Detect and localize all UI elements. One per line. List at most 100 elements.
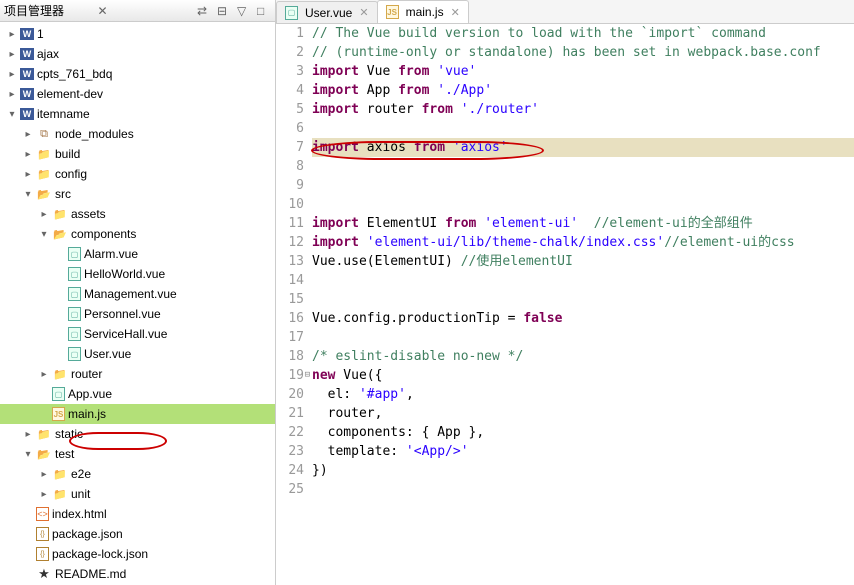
- tree-item[interactable]: ▾Witemname: [0, 104, 275, 124]
- tree-item[interactable]: {}package.json: [0, 524, 275, 544]
- code-line[interactable]: import App from './App': [312, 81, 854, 100]
- code-editor[interactable]: 1234567891011121314151617181920212223242…: [276, 24, 854, 585]
- expand-arrow-icon[interactable]: ▾: [4, 109, 20, 120]
- panel-title: 项目管理器: [4, 2, 93, 19]
- code-line[interactable]: [312, 157, 854, 176]
- tree-item[interactable]: ▢Alarm.vue: [0, 244, 275, 264]
- tree-item[interactable]: ▸W1: [0, 24, 275, 44]
- html-file-icon: <>: [36, 507, 49, 521]
- expand-arrow-icon[interactable]: ▸: [4, 49, 20, 60]
- tree-item[interactable]: ▸📁e2e: [0, 464, 275, 484]
- code-line[interactable]: Vue.config.productionTip = false: [312, 309, 854, 328]
- tree-item[interactable]: ▸Welement-dev: [0, 84, 275, 104]
- tree-item[interactable]: ▾📂test: [0, 444, 275, 464]
- project-icon: W: [20, 48, 34, 60]
- code-line[interactable]: [312, 271, 854, 290]
- code-line[interactable]: import 'element-ui/lib/theme-chalk/index…: [312, 233, 854, 252]
- line-number: 15: [276, 290, 304, 309]
- code-line[interactable]: // The Vue build version to load with th…: [312, 24, 854, 43]
- tree-item[interactable]: JSmain.js: [0, 404, 275, 424]
- tree-item-label: src: [55, 187, 71, 201]
- code-line[interactable]: new Vue({: [312, 366, 854, 385]
- expand-arrow-icon[interactable]: ▸: [4, 29, 20, 40]
- code-line[interactable]: [312, 290, 854, 309]
- expand-arrow-icon[interactable]: ▸: [36, 489, 52, 500]
- expand-arrow-icon[interactable]: ▸: [20, 429, 36, 440]
- code-line[interactable]: [312, 195, 854, 214]
- vue-file-icon: ▢: [68, 247, 81, 261]
- tree-item[interactable]: ▸📁build: [0, 144, 275, 164]
- link-editor-icon[interactable]: ⇄: [197, 4, 211, 18]
- code-line[interactable]: [312, 328, 854, 347]
- tree-item[interactable]: ★README.md: [0, 564, 275, 584]
- minimize-icon[interactable]: □: [257, 4, 271, 18]
- expand-arrow-icon[interactable]: ▾: [20, 189, 36, 200]
- close-icon[interactable]: ✕: [451, 6, 460, 19]
- code-line[interactable]: import router from './router': [312, 100, 854, 119]
- tree-item[interactable]: ▢Management.vue: [0, 284, 275, 304]
- expand-arrow-icon[interactable]: ▸: [20, 129, 36, 140]
- expand-arrow-icon[interactable]: ▸: [4, 69, 20, 80]
- editor-tab[interactable]: ▢User.vue✕: [276, 1, 378, 23]
- code-line[interactable]: import ElementUI from 'element-ui' //ele…: [312, 214, 854, 233]
- code-line[interactable]: /* eslint-disable no-new */: [312, 347, 854, 366]
- vue-file-icon: ▢: [68, 347, 81, 361]
- code-line[interactable]: components: { App },: [312, 423, 854, 442]
- line-gutter: 1234567891011121314151617181920212223242…: [276, 24, 312, 585]
- code-line[interactable]: [312, 176, 854, 195]
- tree-item[interactable]: ▢Personnel.vue: [0, 304, 275, 324]
- editor-tab[interactable]: JSmain.js✕: [377, 0, 469, 23]
- tree-item[interactable]: ▸📁assets: [0, 204, 275, 224]
- expand-arrow-icon[interactable]: ▸: [4, 89, 20, 100]
- tree-item[interactable]: ▢HelloWorld.vue: [0, 264, 275, 284]
- code-line[interactable]: [312, 119, 854, 138]
- close-icon[interactable]: ✕: [359, 6, 368, 19]
- line-number: 8: [276, 157, 304, 176]
- collapse-all-icon[interactable]: ⊟: [217, 4, 231, 18]
- line-number: 24: [276, 461, 304, 480]
- tree-item[interactable]: ▾📂src: [0, 184, 275, 204]
- tree-item[interactable]: ▢App.vue: [0, 384, 275, 404]
- code-line[interactable]: router,: [312, 404, 854, 423]
- file-tree[interactable]: ▸W1▸Wajax▸Wcpts_761_bdq▸Welement-dev▾Wit…: [0, 22, 275, 585]
- code-line[interactable]: import Vue from 'vue': [312, 62, 854, 81]
- tree-item[interactable]: ▸📁config: [0, 164, 275, 184]
- code-line[interactable]: // (runtime-only or standalone) has been…: [312, 43, 854, 62]
- tree-item[interactable]: ▸📁unit: [0, 484, 275, 504]
- expand-arrow-icon[interactable]: ▾: [20, 449, 36, 460]
- expand-arrow-icon[interactable]: ▸: [36, 369, 52, 380]
- panel-close-icon[interactable]: ✕: [97, 4, 107, 18]
- expand-arrow-icon[interactable]: ▾: [36, 229, 52, 240]
- tree-item[interactable]: ▸⧉node_modules: [0, 124, 275, 144]
- tree-item[interactable]: ▢ServiceHall.vue: [0, 324, 275, 344]
- line-number: 11: [276, 214, 304, 233]
- line-number: 23: [276, 442, 304, 461]
- tree-item[interactable]: ▾📂components: [0, 224, 275, 244]
- code-line[interactable]: [312, 480, 854, 499]
- tree-item[interactable]: <>index.html: [0, 504, 275, 524]
- code-content[interactable]: // The Vue build version to load with th…: [312, 24, 854, 585]
- tree-item-label: cpts_761_bdq: [37, 67, 112, 81]
- tree-item[interactable]: ▸📁static: [0, 424, 275, 444]
- folder-open-icon: 📂: [52, 226, 68, 242]
- tree-item-label: package.json: [52, 527, 123, 541]
- line-number: 14: [276, 271, 304, 290]
- tree-item[interactable]: {}package-lock.json: [0, 544, 275, 564]
- tree-item-label: static: [55, 427, 83, 441]
- expand-arrow-icon[interactable]: ▸: [36, 469, 52, 480]
- line-number: 12: [276, 233, 304, 252]
- code-line[interactable]: }): [312, 461, 854, 480]
- tree-item-label: router: [71, 367, 102, 381]
- tree-item[interactable]: ▸Wajax: [0, 44, 275, 64]
- view-menu-icon[interactable]: ▽: [237, 4, 251, 18]
- tree-item[interactable]: ▸📁router: [0, 364, 275, 384]
- expand-arrow-icon[interactable]: ▸: [20, 149, 36, 160]
- code-line[interactable]: import axios from 'axios': [312, 138, 854, 157]
- expand-arrow-icon[interactable]: ▸: [36, 209, 52, 220]
- tree-item[interactable]: ▢User.vue: [0, 344, 275, 364]
- code-line[interactable]: el: '#app',: [312, 385, 854, 404]
- expand-arrow-icon[interactable]: ▸: [20, 169, 36, 180]
- code-line[interactable]: template: '<App/>': [312, 442, 854, 461]
- tree-item[interactable]: ▸Wcpts_761_bdq: [0, 64, 275, 84]
- code-line[interactable]: Vue.use(ElementUI) //使用elementUI: [312, 252, 854, 271]
